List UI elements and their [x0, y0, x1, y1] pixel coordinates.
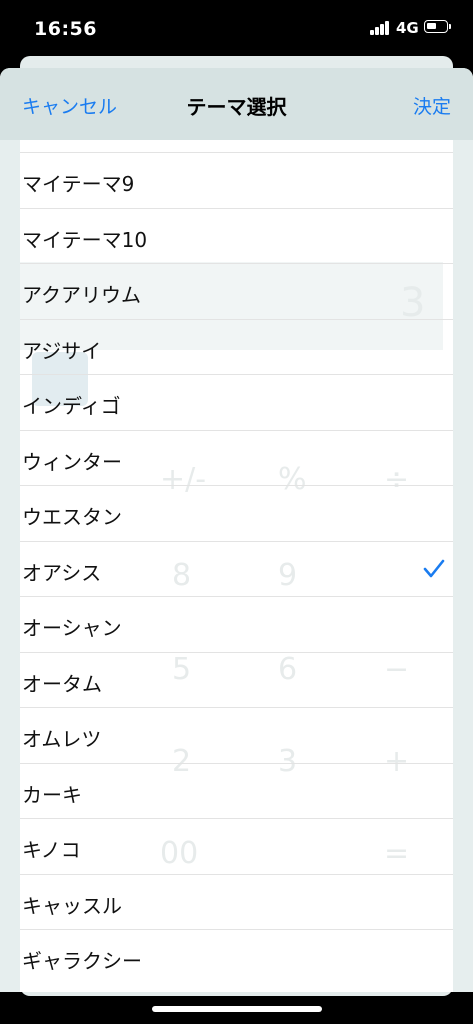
theme-row[interactable]: インディゴ [20, 374, 453, 430]
theme-row[interactable]: ウエスタン [20, 485, 453, 541]
nav-bar: キャンセル テーマ選択 決定 [0, 68, 473, 140]
theme-row[interactable]: カーキ [20, 762, 453, 819]
theme-row[interactable]: オーシャン [20, 596, 453, 652]
checkmark-icon [423, 559, 445, 577]
theme-list[interactable]: 3 +/- % ÷ 8 9 5 6 − 2 3 + 00 = マイテーマ9 マイテ… [20, 140, 453, 992]
theme-label: オーシャン [22, 616, 122, 640]
theme-row[interactable]: オムレツ [20, 707, 453, 763]
theme-row[interactable]: マイテーマ10 [20, 207, 453, 264]
sheet-margin-right [453, 140, 473, 992]
theme-label: マイテーマ10 [22, 227, 148, 252]
home-indicator[interactable] [152, 1006, 322, 1012]
theme-row[interactable]: ギャラクシー [20, 929, 453, 985]
theme-label: ウエスタン [22, 505, 122, 529]
page-title: テーマ選択 [186, 95, 287, 119]
theme-items: マイテーマ9 マイテーマ10 アクアリウム アジサイインディゴウィンターウエスタンオア… [20, 152, 453, 985]
theme-row[interactable]: キャッスル [20, 873, 453, 930]
battery-icon [424, 20, 451, 33]
theme-label: アジサイ [22, 338, 102, 363]
signal-icon [370, 21, 390, 35]
theme-label: カーキ [22, 782, 82, 807]
done-button[interactable]: 決定 [413, 92, 451, 119]
theme-label: ギャラクシー [22, 949, 142, 973]
theme-row[interactable]: アクアリウム [20, 263, 453, 319]
theme-label: オータム [22, 671, 102, 696]
theme-label: アクアリウム [22, 283, 141, 307]
theme-row[interactable]: オータム [20, 651, 453, 708]
theme-row[interactable]: アジサイ [20, 318, 453, 375]
sheet-margin-left [0, 140, 20, 992]
status-time: 16:56 [34, 18, 97, 40]
theme-label: オムレツ [22, 727, 102, 751]
theme-label: インディゴ [22, 394, 121, 418]
theme-label: ウィンター [22, 449, 122, 474]
theme-row[interactable]: マイテーマ9 [20, 152, 453, 208]
theme-row[interactable]: キノコ [20, 818, 453, 874]
theme-row[interactable]: ウィンター [20, 429, 453, 486]
theme-label: キャッスル [22, 893, 122, 918]
theme-label: マイテーマ9 [22, 172, 135, 196]
theme-label: キノコ [22, 838, 81, 862]
theme-row[interactable]: オアシス [20, 540, 453, 597]
theme-label: オアシス [22, 560, 102, 585]
network-type: 4G [396, 19, 419, 37]
status-bar: 16:56 4G [0, 0, 473, 56]
